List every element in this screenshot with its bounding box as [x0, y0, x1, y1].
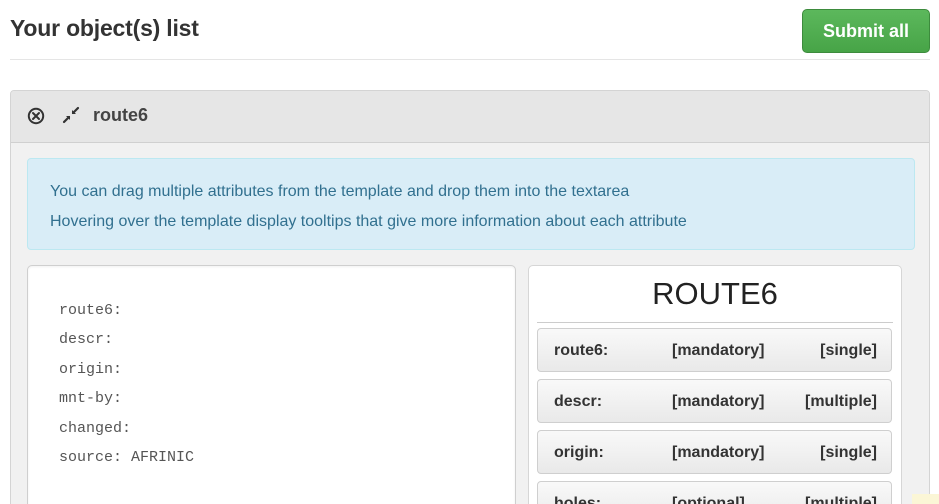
info-alert: You can drag multiple attributes from th… — [27, 158, 915, 250]
attribute-name: route6: — [554, 342, 609, 359]
template-title: ROUTE6 — [652, 276, 778, 311]
attribute-cardinality: [multiple] — [805, 393, 877, 410]
textarea-line: source: AFRINIC — [59, 449, 195, 466]
textarea-line: descr: — [59, 331, 114, 348]
object-textarea[interactable]: route6: descr: origin: mnt-by: changed: … — [27, 265, 516, 504]
textarea-line: origin: — [59, 361, 123, 378]
template-divider — [537, 322, 893, 323]
attribute-name: descr: — [554, 393, 603, 410]
textarea-line: mnt-by: — [59, 390, 123, 407]
submit-all-button[interactable]: Submit all — [802, 9, 930, 53]
attribute-requirement: [mandatory] — [672, 393, 765, 410]
page-header: Your object(s) list Submit all — [0, 0, 939, 60]
template-attribute[interactable]: holes: [optional] [multiple] — [537, 481, 892, 504]
panel-heading: route6 — [11, 91, 929, 143]
panel-title: route6 — [93, 105, 149, 125]
attribute-cardinality: [multiple] — [805, 495, 877, 504]
textarea-line: changed: — [59, 420, 132, 437]
info-line: Hovering over the template display toolt… — [50, 213, 687, 230]
textarea-line: route6: — [59, 302, 123, 319]
template-panel: ROUTE6 route6: [mandatory] [single] desc… — [528, 265, 902, 504]
info-line: You can drag multiple attributes from th… — [50, 183, 630, 200]
page-corner-highlight — [912, 494, 939, 504]
template-attribute[interactable]: route6: [mandatory] [single] — [537, 328, 892, 372]
attribute-name: holes: — [554, 495, 602, 504]
page-title: Your object(s) list — [10, 15, 199, 41]
header-divider — [10, 59, 930, 60]
template-attribute[interactable]: origin: [mandatory] [single] — [537, 430, 892, 474]
attribute-cardinality: [single] — [820, 342, 877, 359]
object-panel: route6 You can drag multiple attributes … — [10, 90, 930, 504]
template-attribute[interactable]: descr: [mandatory] [multiple] — [537, 379, 892, 423]
attribute-requirement: [mandatory] — [672, 342, 765, 359]
attribute-requirement: [mandatory] — [672, 444, 765, 461]
attribute-requirement: [optional] — [672, 495, 745, 504]
compress-arrows-icon[interactable] — [61, 105, 81, 125]
attribute-cardinality: [single] — [820, 444, 877, 461]
close-circle-icon[interactable] — [27, 107, 45, 125]
attribute-name: origin: — [554, 444, 604, 461]
